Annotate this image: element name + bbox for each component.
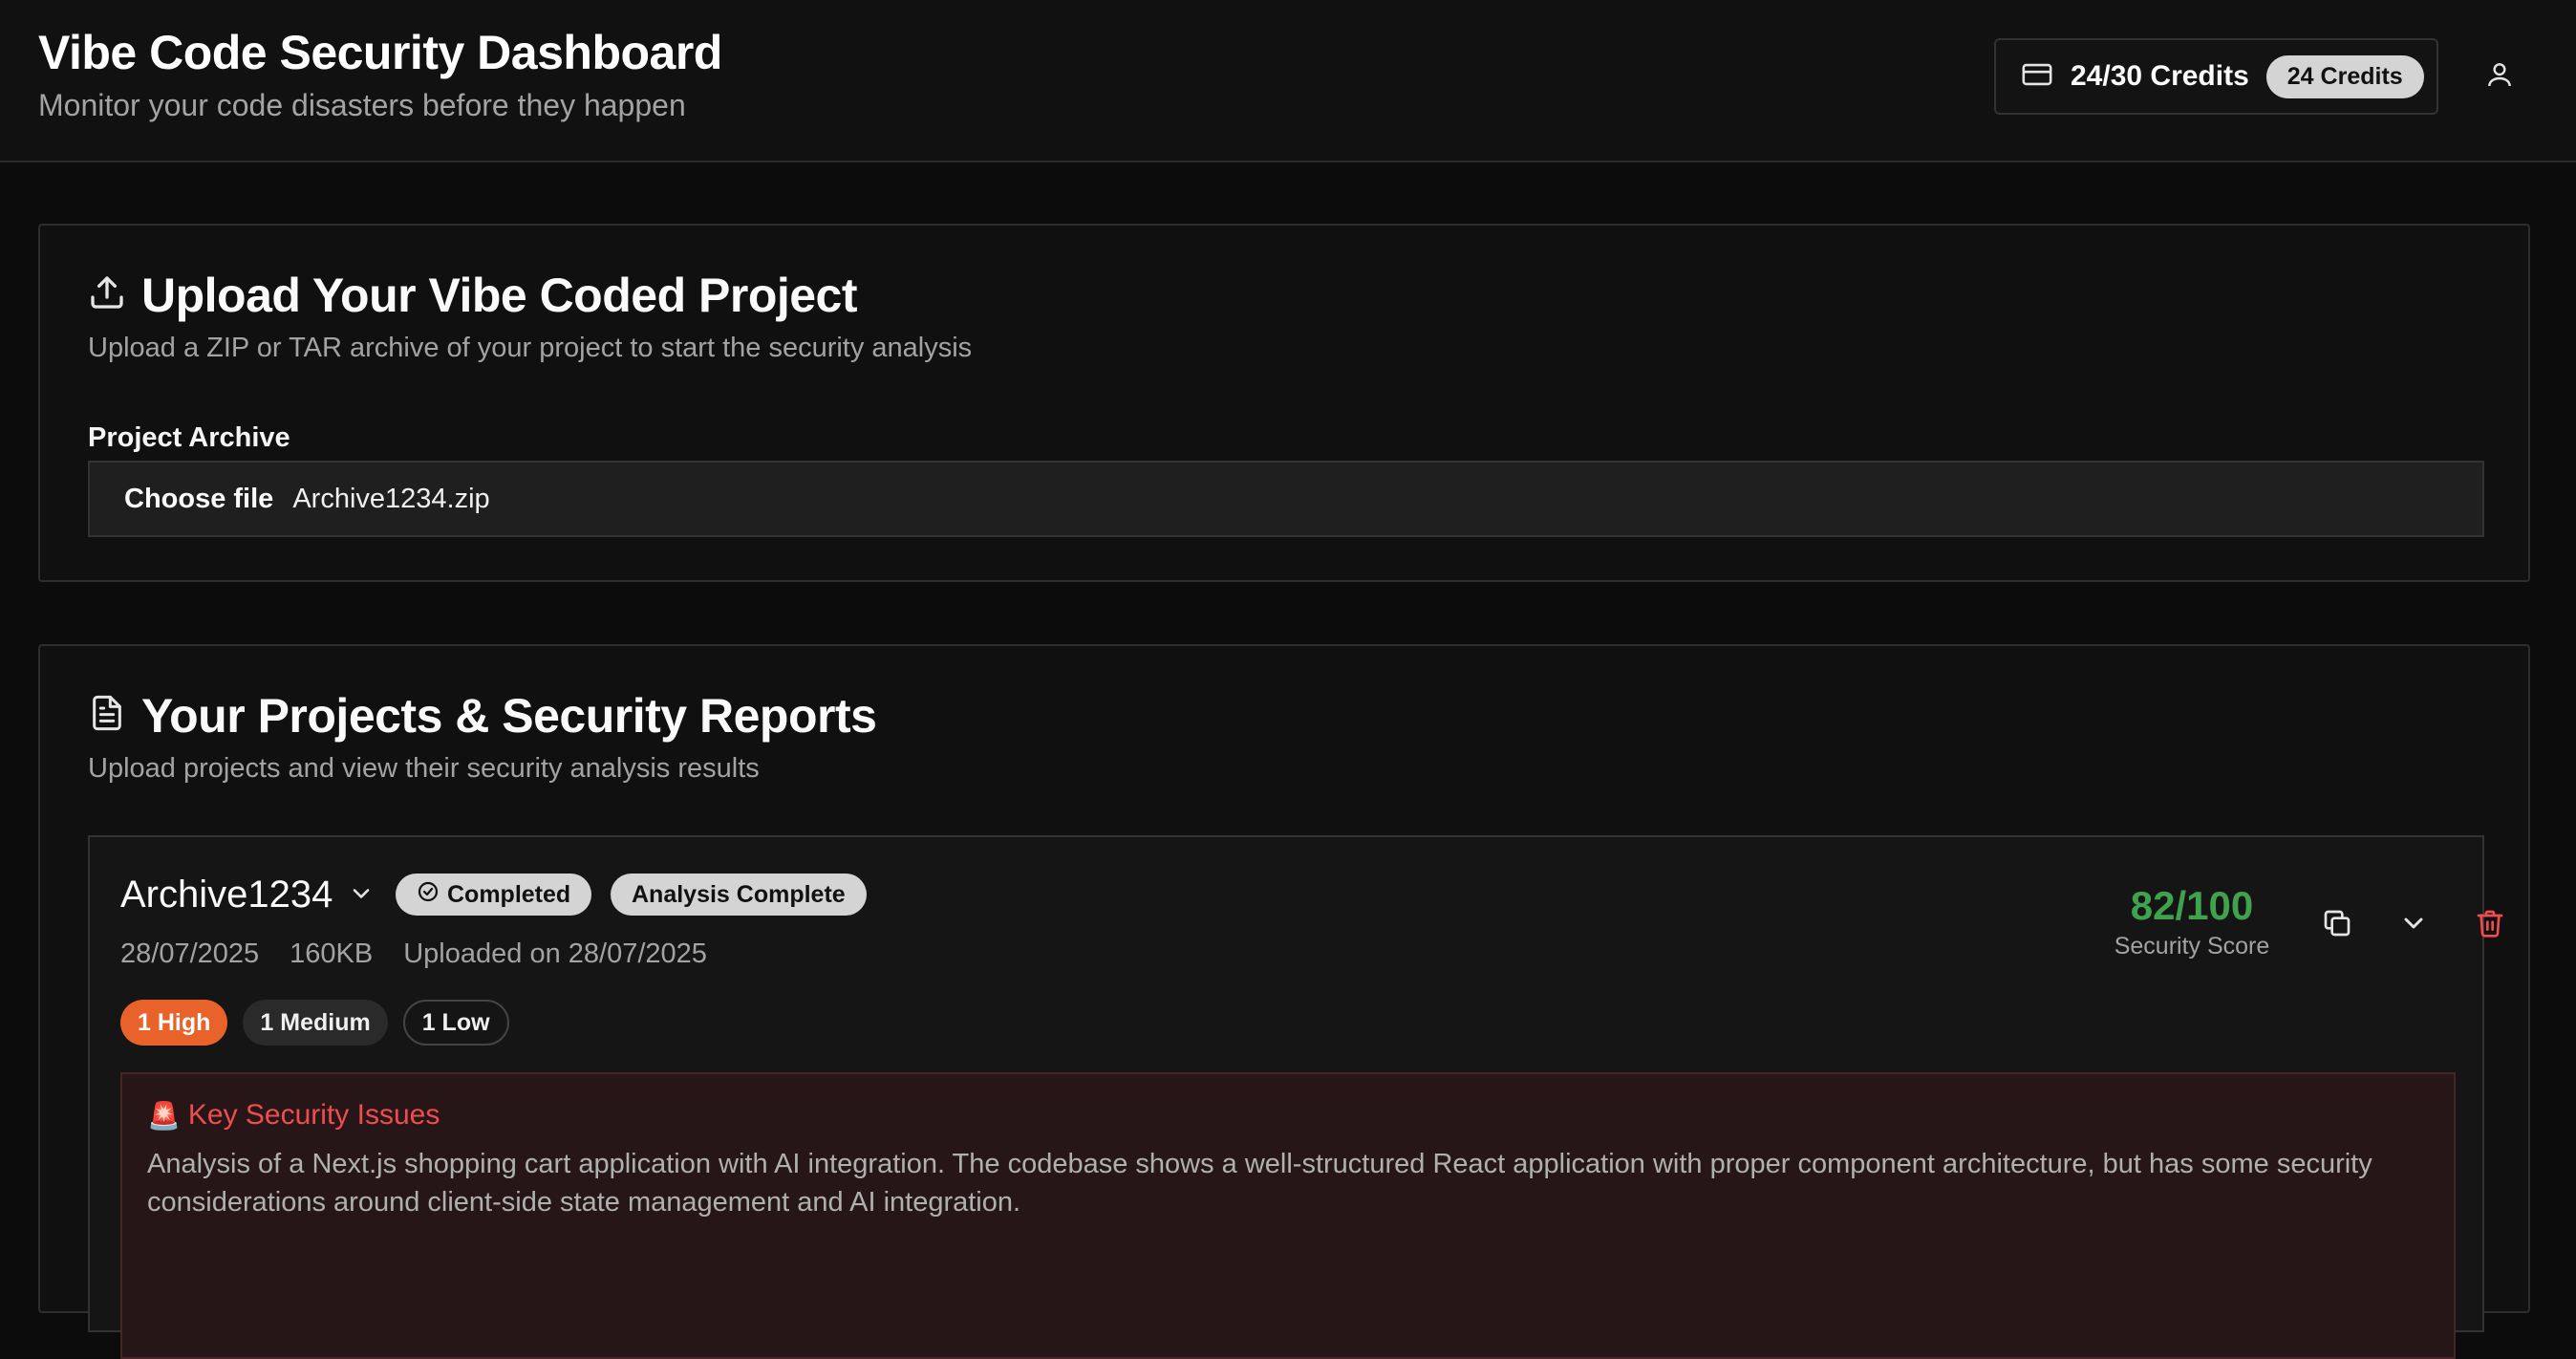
status-badge: Completed [396, 874, 592, 916]
project-archive-label: Project Archive [88, 422, 290, 453]
trash-icon [2475, 908, 2505, 943]
expand-button[interactable] [2393, 904, 2435, 946]
key-security-issues-panel: 🚨 Key Security Issues Analysis of a Next… [120, 1072, 2456, 1359]
project-name-toggle[interactable]: Archive1234 [120, 874, 375, 917]
app-subtitle: Monitor your code disasters before they … [38, 88, 686, 122]
choose-file-button[interactable]: Choose file [124, 484, 273, 515]
chevron-down-icon [333, 874, 375, 917]
app-header: Vibe Code Security Dashboard Monitor you… [0, 0, 2576, 162]
copy-icon [2322, 908, 2352, 943]
project-name: Archive1234 [120, 874, 333, 916]
project-date: 28/07/2025 [120, 938, 260, 969]
upload-icon [88, 268, 141, 323]
projects-card-description: Upload projects and view their security … [88, 753, 760, 784]
credits-badge: 24 Credits [2265, 54, 2424, 98]
analysis-status-badge: Analysis Complete [611, 874, 867, 916]
selected-file-name: Archive1234.zip [292, 483, 490, 514]
high-severity-badge: 1 High [120, 1000, 228, 1046]
key-security-issues-title: 🚨 Key Security Issues [147, 1099, 440, 1131]
medium-severity-badge: 1 Medium [243, 1000, 388, 1046]
project-item: Archive1234 Completed Analysis Complete … [88, 835, 2503, 1359]
check-circle-icon [417, 880, 447, 910]
security-score: 82/100 Security Score [2106, 883, 2278, 960]
projects-card-title: Your Projects & Security Reports [88, 688, 877, 744]
security-score-label: Security Score [2114, 933, 2270, 960]
upload-card: Upload Your Vibe Coded Project Upload a … [38, 224, 2530, 582]
project-uploaded: Uploaded on 28/07/2025 [403, 938, 707, 969]
credits-display[interactable]: 24/30 Credits 24 Credits [1994, 38, 2438, 115]
app-title: Vibe Code Security Dashboard [38, 26, 722, 79]
low-severity-badge: 1 Low [402, 1000, 509, 1046]
document-icon [88, 688, 141, 744]
upload-card-title: Upload Your Vibe Coded Project [88, 268, 858, 323]
siren-icon: 🚨 [147, 1100, 181, 1131]
credit-card-icon [2021, 58, 2053, 96]
user-icon [2484, 59, 2515, 95]
project-size: 160KB [290, 938, 374, 969]
projects-card: Your Projects & Security Reports Upload … [38, 644, 2530, 1359]
project-archive-file-input[interactable]: Choose file Archive1234.zip [88, 461, 2484, 537]
user-menu-button[interactable] [2480, 55, 2519, 97]
severity-counts: 1 High 1 Medium 1 Low [120, 1000, 509, 1046]
delete-button[interactable] [2469, 904, 2511, 946]
security-score-value: 82/100 [2130, 883, 2254, 928]
project-meta: 28/07/2025 160KB Uploaded on 28/07/2025 [120, 938, 707, 970]
upload-card-description: Upload a ZIP or TAR archive of your proj… [88, 333, 973, 363]
credits-text: 24/30 Credits [2071, 60, 2249, 92]
chevron-down-icon [2398, 908, 2429, 943]
copy-button[interactable] [2316, 904, 2358, 946]
key-security-issues-text: Analysis of a Next.js shopping cart appl… [147, 1149, 2372, 1218]
